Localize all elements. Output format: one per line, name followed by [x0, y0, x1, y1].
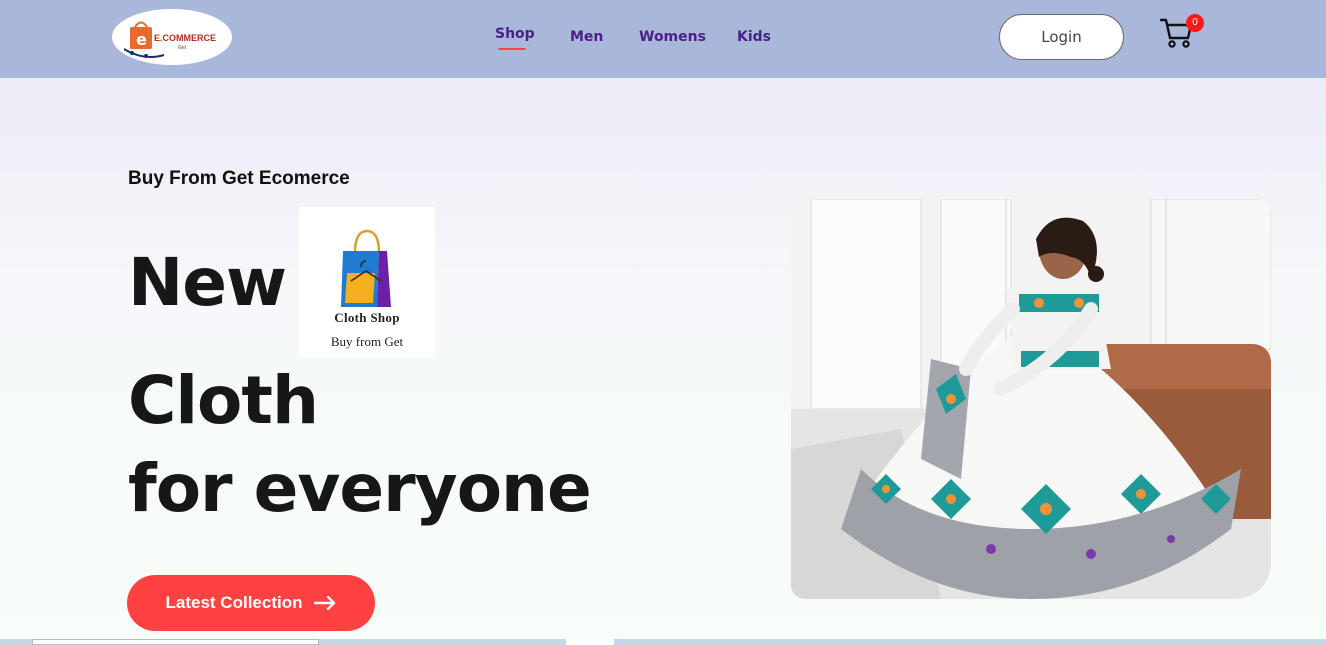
nav-link-shop-label: Shop: [495, 26, 535, 42]
badge-subtitle: Buy from Get: [330, 334, 404, 349]
latest-collection-label: Latest Collection: [165, 593, 303, 612]
cloth-shop-badge: Cloth Shop Buy from Get: [299, 207, 435, 358]
hero-title-line-3: for everyone: [128, 450, 592, 527]
nav-link-men[interactable]: Men: [570, 29, 603, 45]
next-card-edge: [32, 639, 319, 645]
hero-eyebrow: Buy From Get Ecomerce: [128, 168, 350, 189]
svg-text:Get: Get: [178, 45, 187, 51]
site-logo[interactable]: e E.COMMERCE Get: [112, 9, 232, 65]
login-button[interactable]: Login: [999, 14, 1124, 60]
shopping-bag-icon: [341, 229, 391, 307]
hero-image: [791, 199, 1271, 599]
active-nav-indicator: [498, 48, 526, 50]
hero-title-line-1: New: [128, 244, 287, 321]
nav-link-shop[interactable]: Shop: [495, 26, 535, 50]
woman-in-dress-photo-icon: [791, 199, 1271, 599]
hero-title-line-2: Cloth: [128, 362, 319, 439]
svg-text:E.COMMERCE: E.COMMERCE: [154, 33, 216, 43]
svg-text:e: e: [136, 30, 147, 49]
arrow-right-icon: [314, 596, 336, 610]
nav-link-kids[interactable]: Kids: [737, 29, 771, 45]
latest-collection-button[interactable]: Latest Collection: [127, 575, 375, 631]
badge-title: Cloth Shop: [334, 310, 400, 325]
cart-count-badge: 0: [1186, 14, 1204, 32]
next-card-edge-2: [566, 639, 614, 645]
shopping-bag-logo-icon: e E.COMMERCE Get: [123, 21, 216, 58]
nav-link-womens[interactable]: Womens: [639, 29, 706, 45]
navbar: e E.COMMERCE Get Shop Men Womens Kids Lo…: [0, 0, 1326, 78]
next-section-edge: [0, 639, 1326, 645]
